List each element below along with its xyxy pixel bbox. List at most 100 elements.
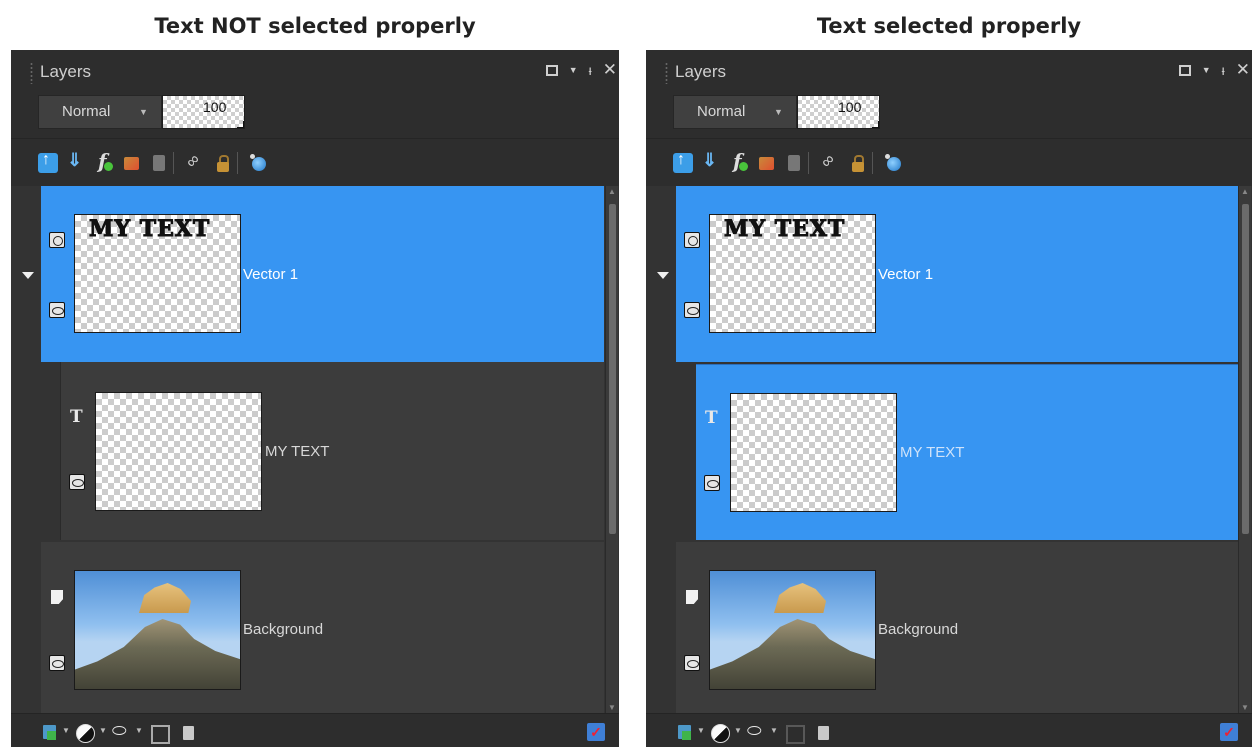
toolbar-divider (237, 152, 238, 174)
maximize-icon[interactable] (545, 64, 558, 76)
new-layer-icon[interactable] (676, 723, 694, 741)
layer-styles-icon[interactable] (756, 153, 776, 173)
vector-layer-icon (684, 232, 700, 248)
scroll-down-icon[interactable]: ▼ (608, 703, 616, 712)
apply-changes-icon[interactable] (587, 723, 605, 741)
layers-scrollbar[interactable]: ▲ ▼ (605, 186, 618, 713)
chevron-down-icon[interactable]: ▼ (697, 726, 705, 735)
layers-list: MY TEXT Vector 1 MY TEXT Background (646, 186, 1252, 713)
new-adjustment-layer-icon[interactable] (75, 723, 95, 743)
chevron-down-icon: ▼ (139, 107, 148, 117)
text-layer-icon (69, 407, 85, 427)
eye-icon[interactable] (49, 655, 65, 671)
layer-row-text[interactable]: MY TEXT (696, 364, 1239, 540)
lock-icon[interactable] (848, 153, 868, 173)
layer-name: Vector 1 (243, 266, 299, 283)
panel-titlebar: Layers ▼ ᵻ ✕ (646, 50, 1252, 92)
chevron-down-icon: ▼ (774, 107, 783, 117)
drag-grip-icon[interactable] (665, 62, 668, 84)
photo-peak (139, 583, 191, 613)
move-layer-down-icon[interactable] (701, 150, 721, 173)
adjustment-icon[interactable] (149, 153, 169, 173)
caption-left: Text NOT selected properly (154, 14, 476, 38)
vector-layer-icon (49, 232, 65, 248)
toolbar-divider (872, 152, 873, 174)
eye-icon[interactable] (684, 655, 700, 671)
drag-grip-icon[interactable] (30, 62, 33, 84)
chevron-down-icon[interactable]: ▼ (135, 726, 143, 735)
layers-scrollbar[interactable]: ▲ ▼ (1238, 186, 1251, 713)
thumbnail-text: MY TEXT (723, 216, 846, 243)
panel-titlebar: Layers ▼ ᵻ ✕ (11, 50, 619, 92)
opacity-value: 100 (838, 99, 862, 115)
dropdown-icon[interactable]: ▼ (1202, 63, 1211, 77)
scroll-down-icon[interactable]: ▼ (1241, 703, 1249, 712)
adjustment-icon[interactable] (784, 153, 804, 173)
link-icon[interactable] (185, 153, 205, 173)
lock-icon[interactable] (213, 153, 233, 173)
delete-mask-icon[interactable] (149, 723, 170, 744)
dropdown-icon[interactable]: ▼ (569, 63, 578, 77)
new-adjustment-layer-icon[interactable] (710, 723, 730, 743)
layer-name: Background (243, 621, 324, 638)
delete-layer-icon[interactable] (814, 723, 832, 741)
layers-bottom-bar: ▼ ▼ ▼ (11, 713, 619, 747)
delete-mask-icon[interactable] (784, 723, 805, 744)
visibility-toggle-icon[interactable] (249, 153, 269, 173)
thumbnail-text: MY TEXT (88, 216, 211, 243)
layer-name: MY TEXT (900, 444, 965, 461)
opacity-field[interactable]: 100 (162, 95, 245, 129)
layer-styles-icon[interactable] (121, 153, 141, 173)
scroll-up-icon[interactable]: ▲ (1241, 187, 1249, 196)
move-layer-down-icon[interactable] (66, 150, 86, 173)
layer-row-vector[interactable]: MY TEXT Vector 1 (676, 186, 1239, 362)
layer-row-text[interactable]: MY TEXT (61, 362, 604, 540)
pin-icon[interactable]: ᵻ (1222, 63, 1225, 77)
visibility-toggle-icon[interactable] (884, 153, 904, 173)
close-icon[interactable]: ✕ (1236, 61, 1250, 78)
link-icon[interactable] (820, 153, 840, 173)
delete-layer-icon[interactable] (179, 723, 197, 741)
layer-row-background[interactable]: Background (41, 542, 604, 713)
background-thumbnail (74, 570, 241, 690)
chevron-down-icon[interactable]: ▼ (62, 726, 70, 735)
layer-effects-icon[interactable] (728, 149, 748, 173)
scroll-thumb[interactable] (1242, 204, 1249, 534)
scroll-up-icon[interactable]: ▲ (608, 187, 616, 196)
pin-icon[interactable]: ᵻ (589, 63, 592, 77)
blend-mode-select[interactable]: Normal ▼ (38, 95, 162, 129)
layer-thumbnail (730, 393, 897, 512)
eye-icon[interactable] (684, 302, 700, 318)
layer-effects-icon[interactable] (93, 149, 113, 173)
layers-toolbar (646, 138, 1252, 186)
eye-icon[interactable] (69, 474, 85, 490)
new-mask-icon[interactable] (112, 721, 131, 741)
indent-gutter (676, 362, 696, 540)
chevron-down-icon[interactable]: ▼ (734, 726, 742, 735)
new-mask-icon[interactable] (747, 721, 766, 741)
toolbar-divider (808, 152, 809, 174)
move-layer-up-icon[interactable] (38, 151, 58, 173)
close-icon[interactable]: ✕ (603, 61, 617, 78)
eye-icon[interactable] (704, 475, 720, 491)
layer-row-vector[interactable]: MY TEXT Vector 1 (41, 186, 604, 362)
layer-name: Vector 1 (878, 266, 934, 283)
raster-layer-icon (684, 589, 700, 605)
blend-mode-select[interactable]: Normal ▼ (673, 95, 797, 129)
layers-panel-left: Layers ▼ ᵻ ✕ Normal ▼ 100 ↑ ⇓ f ∞ MY TEX… (11, 50, 619, 747)
indent-gutter (41, 362, 61, 540)
apply-changes-icon[interactable] (1220, 723, 1238, 741)
chevron-down-icon[interactable]: ▼ (99, 726, 107, 735)
new-layer-icon[interactable] (41, 723, 59, 741)
layer-name: MY TEXT (265, 443, 330, 460)
maximize-icon[interactable] (1178, 64, 1191, 76)
eye-icon[interactable] (49, 302, 65, 318)
opacity-field[interactable]: 100 (797, 95, 880, 129)
move-layer-up-icon[interactable] (673, 151, 693, 173)
expand-arrow-icon[interactable] (657, 272, 669, 279)
layer-row-background[interactable]: Background (676, 542, 1239, 713)
panel-title: Layers (40, 62, 92, 81)
scroll-thumb[interactable] (609, 204, 616, 534)
chevron-down-icon[interactable]: ▼ (770, 726, 778, 735)
expand-arrow-icon[interactable] (22, 272, 34, 279)
